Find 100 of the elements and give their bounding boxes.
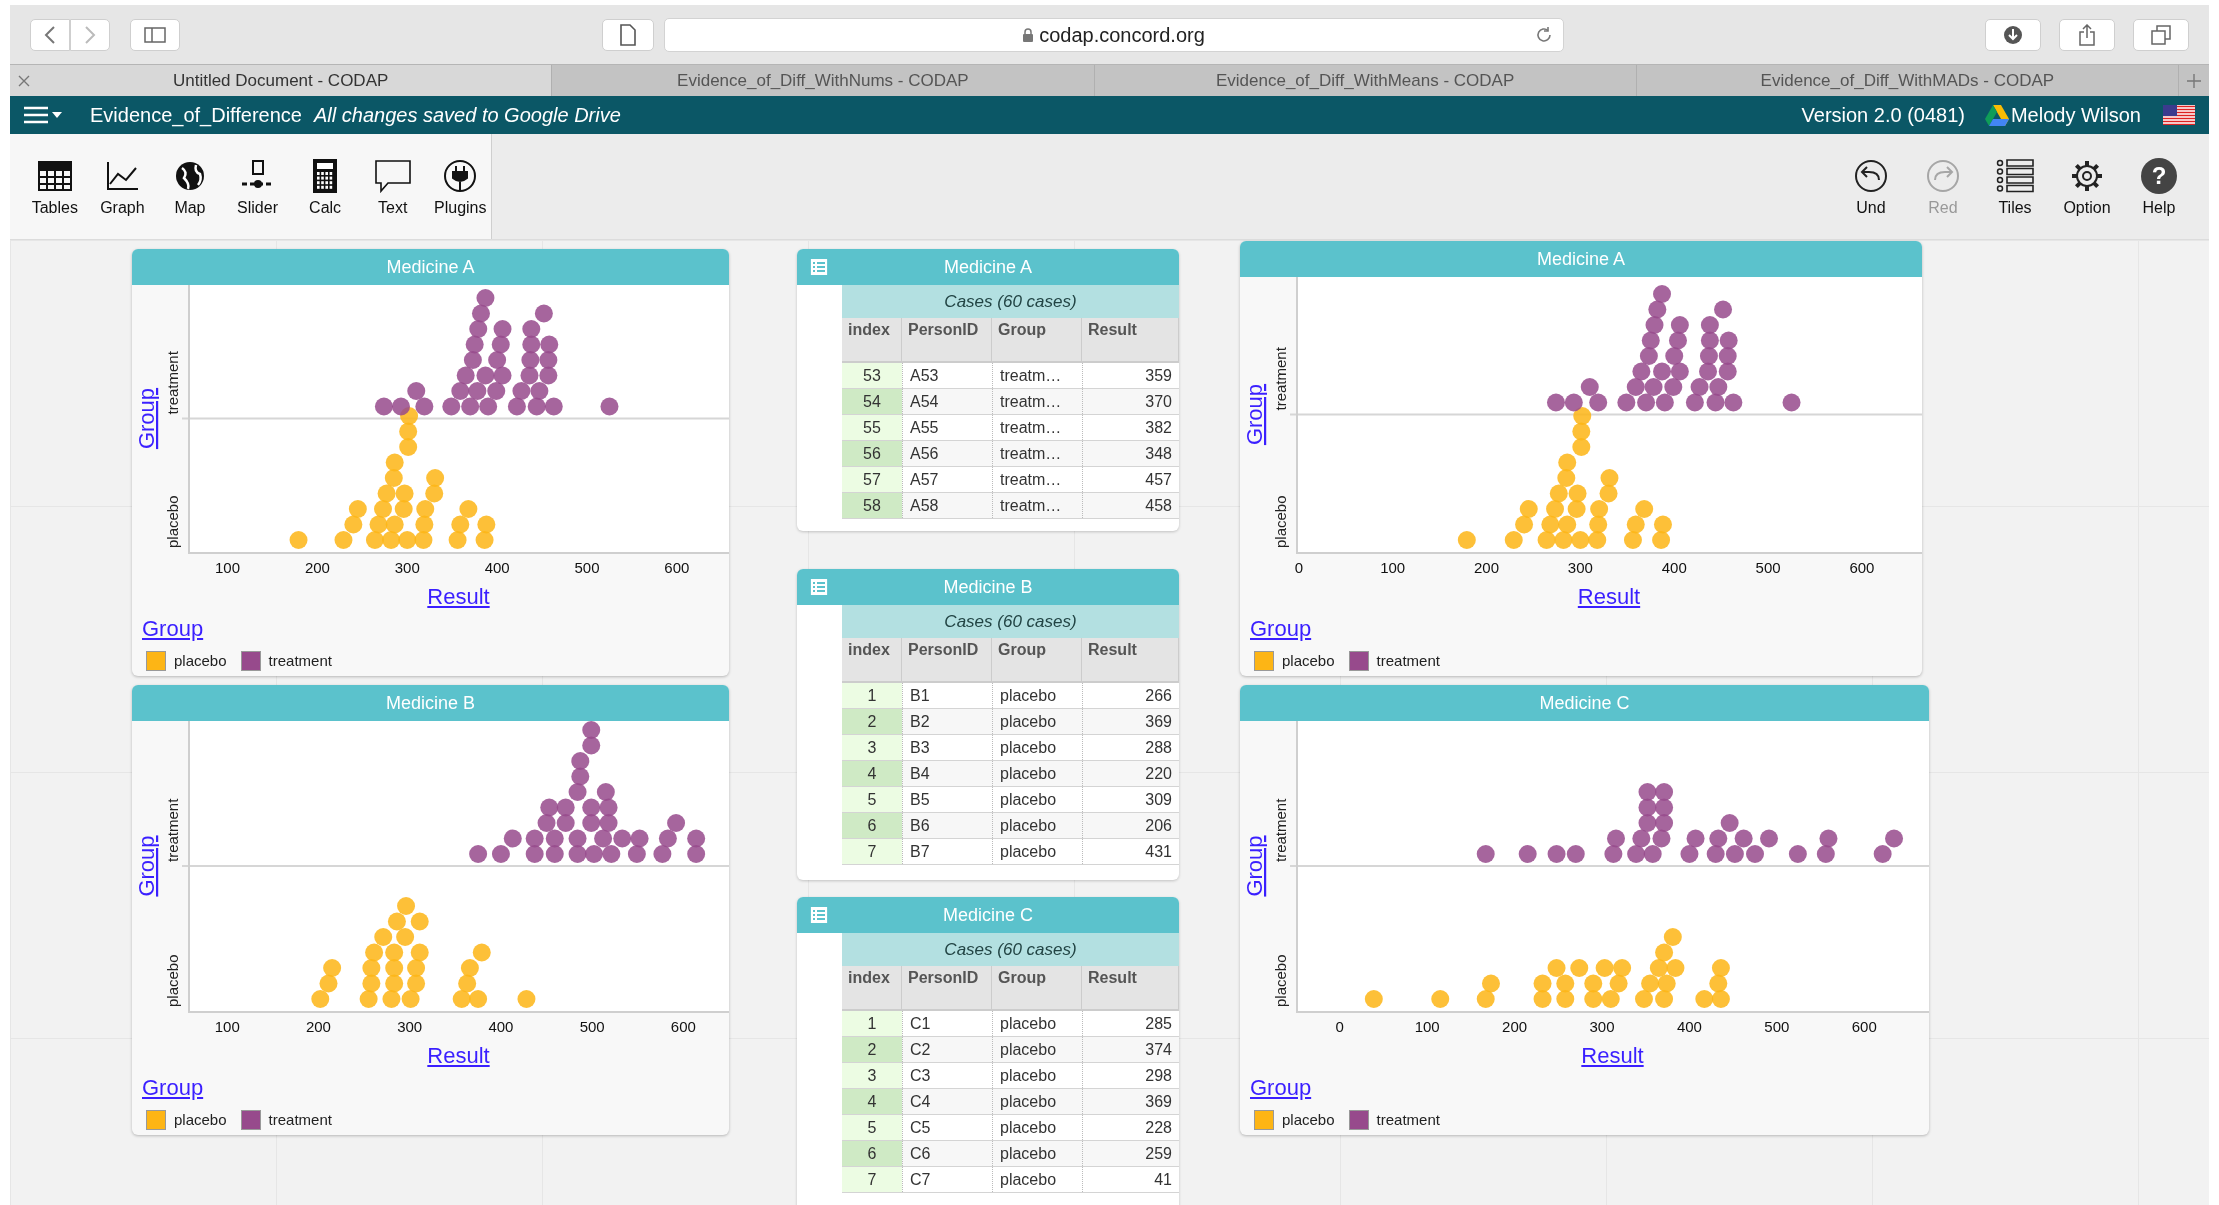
column-header[interactable]: PersonID: [902, 966, 992, 1009]
y-axis-label[interactable]: Group: [134, 387, 159, 450]
axis-tick-label: 400: [488, 1018, 514, 1035]
column-header[interactable]: Result: [1082, 966, 1179, 1009]
table-cell: placebo: [992, 761, 1082, 786]
column-header[interactable]: Group: [992, 638, 1082, 681]
axis-tick-label: 400: [1661, 559, 1687, 576]
browser-tab[interactable]: Untitled Document - CODAP: [10, 65, 553, 96]
toolbar-button[interactable]: Option: [2053, 153, 2121, 220]
legend-label: treatment: [268, 1110, 332, 1130]
column-header[interactable]: index: [842, 638, 902, 681]
table-cell: placebo: [992, 709, 1082, 734]
category-label: treatment: [164, 351, 181, 415]
y-axis-label[interactable]: Group: [134, 835, 159, 897]
table-cell: 285: [1082, 1011, 1179, 1036]
toolbar-button[interactable]: Calc: [294, 153, 356, 220]
toolbar-button[interactable]: Plugins: [429, 153, 492, 220]
table-cell: 457: [1082, 467, 1179, 492]
toolbar-button[interactable]: Und: [1837, 153, 1905, 220]
table-cell: 4: [842, 761, 902, 786]
toolbar-button[interactable]: Text: [361, 153, 424, 220]
toolbar-button[interactable]: Graph: [91, 153, 154, 220]
column-header[interactable]: index: [842, 318, 902, 361]
table-cell: 259: [1082, 1141, 1179, 1166]
column-header[interactable]: index: [842, 966, 902, 1009]
x-axis-label[interactable]: Result: [427, 1038, 490, 1072]
table-cell: B2: [902, 709, 992, 734]
table-cell: 2: [842, 1037, 902, 1062]
y-axis-label[interactable]: Group: [1242, 383, 1267, 446]
axis-tick-label: 600: [1851, 1018, 1877, 1035]
legend-label: placebo: [174, 651, 227, 671]
axis-tick-label: 400: [484, 559, 510, 576]
x-axis-label[interactable]: Result: [1577, 579, 1641, 613]
collection-title: Cases (60 cases): [842, 933, 1179, 966]
legend-attribute[interactable]: Group: [1250, 1075, 1312, 1100]
legend-label: placebo: [1282, 1110, 1335, 1130]
address-bar[interactable]: codap.concord.org: [663, 17, 1564, 52]
table-cell: 57: [842, 467, 902, 492]
category-label: placebo: [164, 954, 181, 1007]
axis-tick-label: 600: [664, 559, 690, 576]
table-cell: 1: [842, 683, 902, 708]
column-header[interactable]: Result: [1082, 638, 1179, 681]
toolbar-button[interactable]: Map: [159, 153, 221, 220]
table-cell: 370: [1082, 389, 1179, 414]
column-header[interactable]: Group: [992, 318, 1082, 361]
column-header[interactable]: PersonID: [902, 638, 992, 681]
y-axis-label[interactable]: Group: [1242, 835, 1267, 897]
table-cell: 458: [1082, 493, 1179, 518]
column-header[interactable]: Result: [1082, 318, 1179, 361]
table-cell: 266: [1082, 683, 1179, 708]
legend-label: treatment: [268, 651, 332, 671]
category-label: treatment: [1272, 347, 1289, 411]
table-cell: 58: [842, 493, 902, 518]
table-cell: 309: [1082, 787, 1179, 812]
table-cell: placebo: [992, 1037, 1082, 1062]
axis-tick-label: 600: [1849, 559, 1875, 576]
toolbar-button[interactable]: Slider: [226, 153, 289, 220]
document-name[interactable]: Evidence_of_Difference: [90, 100, 302, 130]
user-name[interactable]: Melody Wilson: [2010, 100, 2141, 130]
help-icon: ?: [2141, 157, 2177, 194]
table-cell: 3: [842, 1063, 902, 1088]
table-cell: 5: [842, 787, 902, 812]
x-axis-label[interactable]: Result: [427, 579, 490, 613]
table-cell: 6: [842, 1141, 902, 1166]
table-cell: 348: [1082, 441, 1179, 466]
table-cell: C2: [902, 1037, 992, 1062]
collection-title: Cases (60 cases): [842, 285, 1179, 318]
table-cell: 55: [842, 415, 902, 440]
axis-tick-label: 200: [305, 1018, 331, 1035]
legend-label: placebo: [1282, 651, 1335, 671]
table-cell: treatm…: [992, 389, 1082, 414]
column-header[interactable]: PersonID: [902, 318, 992, 361]
axis-tick-label: 100: [214, 1018, 240, 1035]
save-status: All changes saved to Google Drive: [314, 103, 621, 128]
x-axis-label[interactable]: Result: [1581, 1038, 1644, 1072]
toolbar-button[interactable]: Tiles: [1981, 153, 2049, 220]
category-label: placebo: [164, 495, 181, 548]
table-cell: 41: [1082, 1167, 1179, 1192]
url-text: codap.concord.org: [1039, 22, 1205, 48]
column-header[interactable]: Group: [992, 966, 1082, 1009]
legend-attribute[interactable]: Group: [142, 1075, 204, 1100]
axis-tick-label: 200: [304, 559, 330, 576]
legend-label: treatment: [1376, 651, 1440, 671]
category-label: treatment: [1272, 798, 1289, 862]
table-cell: A56: [902, 441, 992, 466]
axis-tick-label: 0: [1294, 559, 1303, 576]
legend-attribute[interactable]: Group: [142, 616, 204, 641]
table-cell: 5: [842, 1115, 902, 1140]
table-cell: 6: [842, 813, 902, 838]
table-cell: 53: [842, 363, 902, 388]
axis-tick-label: 500: [579, 1018, 605, 1035]
axis-tick-label: 500: [1755, 559, 1781, 576]
toolbar-button[interactable]: Tables: [24, 153, 86, 220]
toolbar-button[interactable]: ? Help: [2125, 153, 2193, 220]
table-cell: 1: [842, 1011, 902, 1036]
category-label: placebo: [1272, 495, 1289, 548]
table-cell: placebo: [992, 1141, 1082, 1166]
table-cell: A58: [902, 493, 992, 518]
legend-attribute[interactable]: Group: [1250, 616, 1312, 641]
axis-tick-label: 500: [1764, 1018, 1790, 1035]
